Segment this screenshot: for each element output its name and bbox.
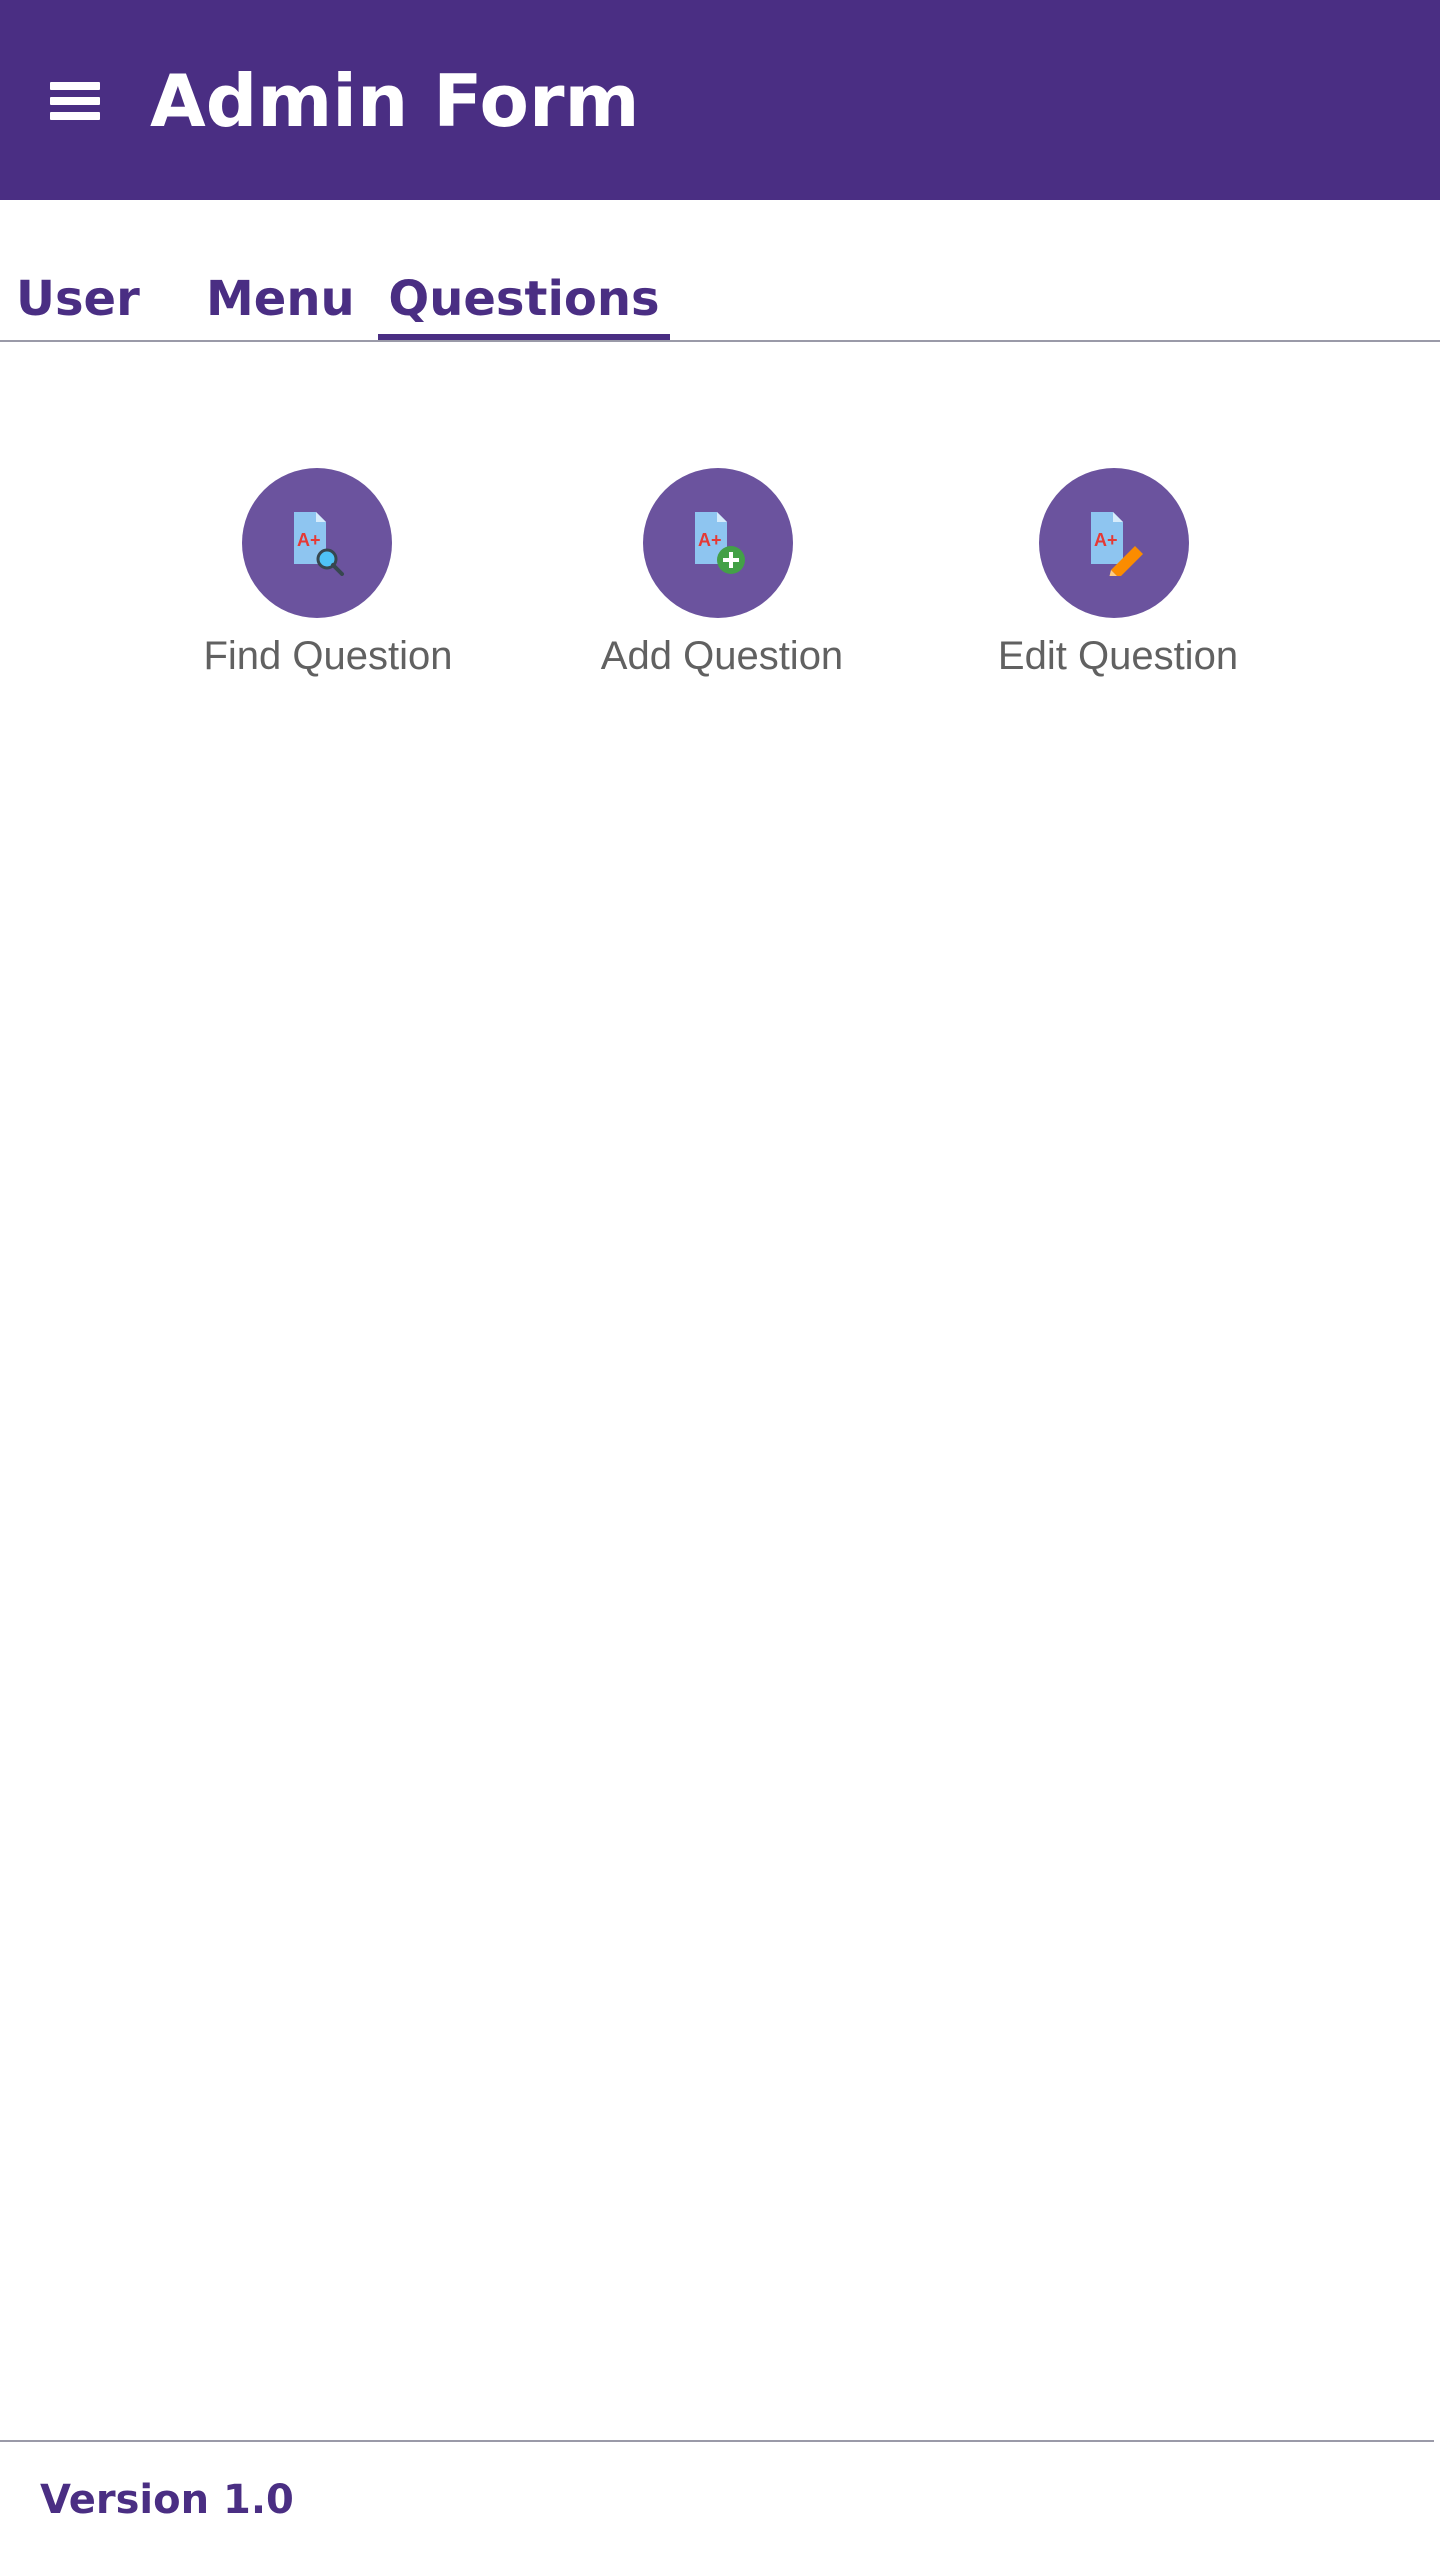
edit-question-button[interactable]: A+ Edit Question	[978, 468, 1258, 688]
app-title: Admin Form	[150, 59, 640, 143]
add-question-button[interactable]: A+ Add Question	[582, 468, 862, 688]
menu-icon-bar	[50, 97, 100, 105]
edit-question-icon-circle: A+	[1039, 468, 1189, 618]
document-edit-icon: A+	[1091, 512, 1143, 576]
menu-icon-bar	[50, 112, 100, 120]
add-question-icon-circle: A+	[643, 468, 793, 618]
tab-questions[interactable]: Questions	[378, 266, 670, 342]
svg-text:A+: A+	[1094, 530, 1118, 550]
menu-icon-bar	[50, 82, 100, 90]
find-question-label: Find Question	[203, 634, 453, 678]
footer-divider	[0, 2440, 1434, 2442]
hamburger-menu-icon[interactable]	[44, 78, 104, 124]
find-question-button[interactable]: A+ Find Question	[188, 468, 468, 688]
tab-bar: User Menu Questions	[0, 200, 1440, 342]
svg-text:A+: A+	[698, 530, 722, 550]
svg-text:A+: A+	[297, 530, 321, 550]
document-search-icon: A+	[294, 512, 344, 576]
app-bar: Admin Form	[0, 0, 1440, 200]
selected-tab-indicator	[378, 334, 670, 340]
document-add-icon: A+	[695, 512, 745, 574]
tab-user[interactable]: User	[16, 266, 140, 342]
add-question-label: Add Question	[600, 634, 844, 678]
tab-menu[interactable]: Menu	[206, 266, 355, 342]
app-version: Version 1.0	[40, 2477, 294, 2523]
edit-question-label: Edit Question	[997, 634, 1239, 678]
find-question-icon-circle: A+	[242, 468, 392, 618]
